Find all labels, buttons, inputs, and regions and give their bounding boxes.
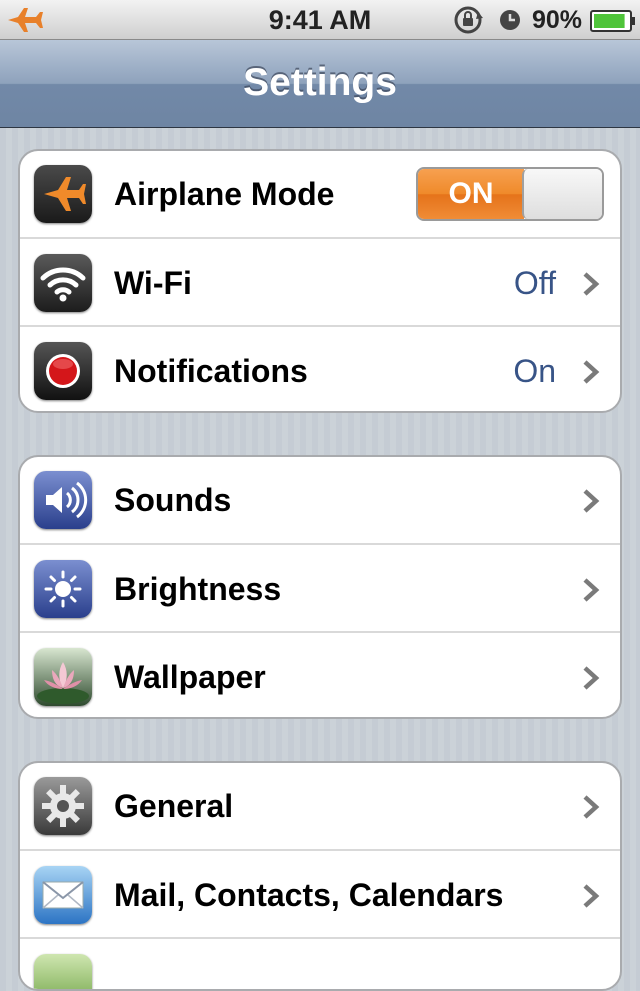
mail-contacts-calendars-label: Mail, Contacts, Calendars [114,877,504,913]
alarm-clock-icon [500,10,520,30]
airplane-mode-label: Airplane Mode [114,176,335,212]
settings-group-connectivity: Airplane Mode ON Wi-Fi Off Notifications… [18,149,622,413]
settings-row-brightness[interactable]: Brightness [20,543,620,631]
page-title: Settings [243,61,397,104]
settings-row-mail-contacts-calendars[interactable]: Mail, Contacts, Calendars [20,849,620,937]
airplane-mode-toggle[interactable]: ON [416,167,604,221]
speaker-icon [34,471,92,529]
wifi-label: Wi-Fi [114,265,192,301]
chevron-right-icon [583,795,600,819]
settings-row-partial[interactable] [20,937,620,989]
gear-icon [34,777,92,835]
toggle-knob[interactable] [522,169,602,219]
toggle-on-label: ON [418,169,524,219]
wifi-value: Off [513,265,556,301]
settings-row-wifi[interactable]: Wi-Fi Off [20,237,620,325]
settings-row-general[interactable]: General [20,763,620,849]
battery-icon [590,10,635,32]
chevron-right-icon [583,489,600,513]
orientation-lock-icon [454,6,483,34]
general-label: General [114,788,234,824]
sounds-label: Sounds [114,482,232,518]
settings-row-sounds[interactable]: Sounds [20,457,620,543]
settings-row-airplane-mode: Airplane Mode ON [20,151,620,237]
notifications-value: On [513,353,556,389]
settings-group-general: General Mail, Contacts, Calendars [18,761,622,991]
chevron-right-icon [583,360,600,384]
status-bar: 9:41 AM 90% [0,0,640,40]
navigation-bar: Settings [0,40,640,128]
chevron-right-icon [583,884,600,908]
brightness-label: Brightness [114,571,282,607]
settings-row-notifications[interactable]: Notifications On [20,325,620,411]
settings-row-wallpaper[interactable]: Wallpaper [20,631,620,717]
airplane-icon [34,165,92,223]
sun-icon [34,560,92,618]
mail-icon [34,866,92,924]
chevron-right-icon [583,666,600,690]
notifications-label: Notifications [114,353,308,389]
notifications-icon [34,342,92,400]
chevron-right-icon [583,578,600,602]
chevron-right-icon [583,272,600,296]
lotus-icon [34,648,92,706]
battery-percent: 90% [532,6,583,34]
wifi-icon [34,254,92,312]
wallpaper-label: Wallpaper [114,659,266,695]
settings-group-display: Sounds Brightness Wallpaper [18,455,622,719]
